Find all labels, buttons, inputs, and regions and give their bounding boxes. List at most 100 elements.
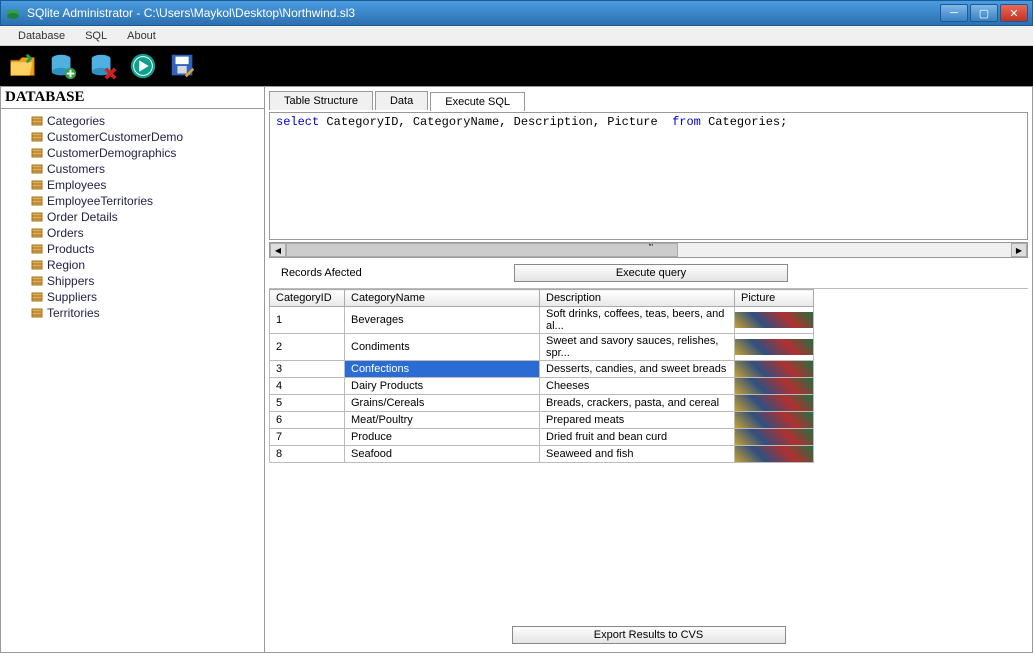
close-button[interactable]: ✕ xyxy=(1000,4,1028,22)
results-panel[interactable]: CategoryIDCategoryNameDescriptionPicture… xyxy=(269,288,1028,620)
table-row[interactable]: 8SeafoodSeaweed and fish xyxy=(270,446,814,463)
picture-cell[interactable] xyxy=(735,307,814,334)
table-item-order-details[interactable]: Order Details xyxy=(31,209,264,225)
table-icon xyxy=(31,307,43,319)
cell[interactable]: 6 xyxy=(270,412,345,429)
export-csv-button[interactable]: Export Results to CVS xyxy=(512,626,786,644)
tab-execute-sql[interactable]: Execute SQL xyxy=(430,92,525,111)
column-header-description[interactable]: Description xyxy=(540,290,735,307)
table-item-products[interactable]: Products xyxy=(31,241,264,257)
table-label: Employees xyxy=(47,178,106,192)
column-header-categoryname[interactable]: CategoryName xyxy=(345,290,540,307)
tab-table-structure[interactable]: Table Structure xyxy=(269,91,373,110)
picture-cell[interactable] xyxy=(735,446,814,463)
results-table: CategoryIDCategoryNameDescriptionPicture… xyxy=(269,289,814,463)
picture-cell[interactable] xyxy=(735,429,814,446)
menu-database[interactable]: Database xyxy=(8,29,75,43)
table-row[interactable]: 1BeveragesSoft drinks, coffees, teas, be… xyxy=(270,307,814,334)
cell[interactable]: Grains/Cereals xyxy=(345,395,540,412)
table-icon xyxy=(31,275,43,287)
picture-cell[interactable] xyxy=(735,395,814,412)
minimize-button[interactable]: ─ xyxy=(940,4,968,22)
picture-thumbnail xyxy=(735,446,813,462)
run-button[interactable] xyxy=(126,49,160,83)
table-item-categories[interactable]: Categories xyxy=(31,113,264,129)
table-row[interactable]: 6Meat/PoultryPrepared meats xyxy=(270,412,814,429)
picture-cell[interactable] xyxy=(735,412,814,429)
table-item-suppliers[interactable]: Suppliers xyxy=(31,289,264,305)
cell[interactable]: 8 xyxy=(270,446,345,463)
column-header-picture[interactable]: Picture xyxy=(735,290,814,307)
save-edit-button[interactable] xyxy=(166,49,200,83)
table-row[interactable]: 7ProduceDried fruit and bean curd xyxy=(270,429,814,446)
table-icon xyxy=(31,131,43,143)
tab-data[interactable]: Data xyxy=(375,91,428,110)
cell[interactable]: Cheeses xyxy=(540,378,735,395)
cell[interactable]: Produce xyxy=(345,429,540,446)
sql-editor[interactable]: select CategoryID, CategoryName, Descrip… xyxy=(269,112,1028,240)
table-item-orders[interactable]: Orders xyxy=(31,225,264,241)
cell[interactable]: Breads, crackers, pasta, and cereal xyxy=(540,395,735,412)
table-row[interactable]: 5Grains/CerealsBreads, crackers, pasta, … xyxy=(270,395,814,412)
sql-keyword-from: from xyxy=(665,115,701,129)
open-folder-button[interactable] xyxy=(6,49,40,83)
column-header-categoryid[interactable]: CategoryID xyxy=(270,290,345,307)
scroll-left-icon[interactable]: ◀ xyxy=(270,243,286,257)
table-label: Region xyxy=(47,258,85,272)
table-label: CustomerDemographics xyxy=(47,146,176,160)
sidebar: DATABASE CategoriesCustomerCustomerDemoC… xyxy=(0,87,265,653)
cell[interactable]: Desserts, candies, and sweet breads xyxy=(540,361,735,378)
cell[interactable]: 4 xyxy=(270,378,345,395)
picture-cell[interactable] xyxy=(735,334,814,361)
maximize-button[interactable]: ▢ xyxy=(970,4,998,22)
table-item-customers[interactable]: Customers xyxy=(31,161,264,177)
table-item-customercustomerdemo[interactable]: CustomerCustomerDemo xyxy=(31,129,264,145)
table-icon xyxy=(31,179,43,191)
table-icon xyxy=(31,163,43,175)
table-label: Products xyxy=(47,242,94,256)
add-database-button[interactable] xyxy=(46,49,80,83)
table-item-territories[interactable]: Territories xyxy=(31,305,264,321)
sql-horizontal-scrollbar[interactable]: ◀ ''' ▶ xyxy=(269,242,1028,258)
cell[interactable]: 1 xyxy=(270,307,345,334)
database-heading: DATABASE xyxy=(1,87,264,109)
cell[interactable]: Prepared meats xyxy=(540,412,735,429)
cell[interactable]: Condiments xyxy=(345,334,540,361)
window-title: SQlite Administrator - C:\Users\Maykol\D… xyxy=(27,6,940,20)
cell[interactable]: Meat/Poultry xyxy=(345,412,540,429)
delete-database-button[interactable] xyxy=(86,49,120,83)
cell[interactable]: Confections xyxy=(345,361,540,378)
cell[interactable]: Sweet and savory sauces, relishes, spr..… xyxy=(540,334,735,361)
table-item-employees[interactable]: Employees xyxy=(31,177,264,193)
cell[interactable]: Soft drinks, coffees, teas, beers, and a… xyxy=(540,307,735,334)
sql-keyword-select: select xyxy=(276,115,319,129)
cell[interactable]: Dairy Products xyxy=(345,378,540,395)
table-tree: CategoriesCustomerCustomerDemoCustomerDe… xyxy=(1,109,264,652)
table-row[interactable]: 2CondimentsSweet and savory sauces, reli… xyxy=(270,334,814,361)
table-item-employeeterritories[interactable]: EmployeeTerritories xyxy=(31,193,264,209)
sql-fields: CategoryID, CategoryName, Description, P… xyxy=(319,115,665,129)
table-row[interactable]: 4Dairy ProductsCheeses xyxy=(270,378,814,395)
cell[interactable]: 2 xyxy=(270,334,345,361)
cell[interactable]: 3 xyxy=(270,361,345,378)
table-icon xyxy=(31,243,43,255)
menu-sql[interactable]: SQL xyxy=(75,29,117,43)
picture-cell[interactable] xyxy=(735,378,814,395)
scroll-thumb[interactable] xyxy=(286,243,678,257)
cell[interactable]: 5 xyxy=(270,395,345,412)
cell[interactable]: 7 xyxy=(270,429,345,446)
app-icon xyxy=(5,5,21,21)
cell[interactable]: Beverages xyxy=(345,307,540,334)
cell[interactable]: Dried fruit and bean curd xyxy=(540,429,735,446)
execute-query-button[interactable]: Execute query xyxy=(514,264,788,282)
cell[interactable]: Seaweed and fish xyxy=(540,446,735,463)
table-item-shippers[interactable]: Shippers xyxy=(31,273,264,289)
menu-about[interactable]: About xyxy=(117,29,166,43)
table-row[interactable]: 3ConfectionsDesserts, candies, and sweet… xyxy=(270,361,814,378)
table-item-customerdemographics[interactable]: CustomerDemographics xyxy=(31,145,264,161)
table-label: Orders xyxy=(47,226,84,240)
table-item-region[interactable]: Region xyxy=(31,257,264,273)
cell[interactable]: Seafood xyxy=(345,446,540,463)
picture-cell[interactable] xyxy=(735,361,814,378)
scroll-right-icon[interactable]: ▶ xyxy=(1011,243,1027,257)
